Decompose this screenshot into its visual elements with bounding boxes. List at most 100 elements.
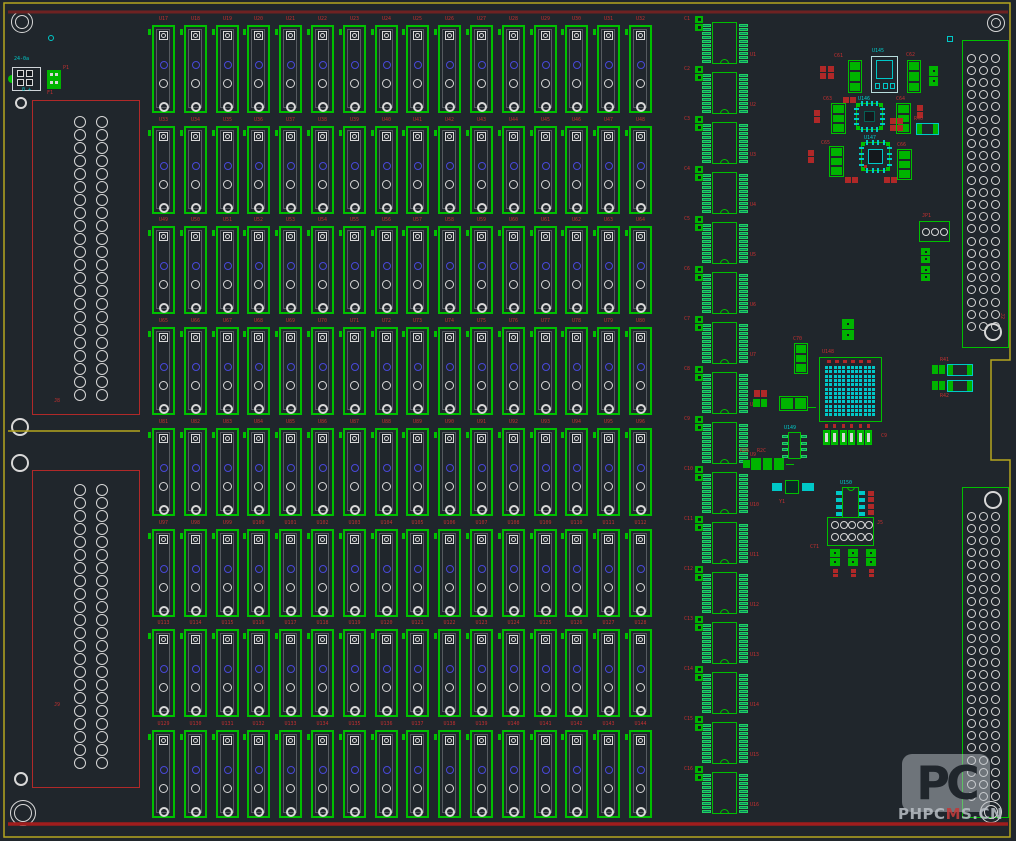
relay-designator: U100 <box>243 521 274 526</box>
relay-pin1-notch <box>243 130 246 136</box>
component-pad <box>967 381 972 391</box>
dip8-body <box>842 487 859 518</box>
connector-pad <box>991 585 1000 594</box>
relay-pin1-hole <box>320 637 325 642</box>
connector-pad <box>74 324 86 336</box>
relay-mid-pad <box>318 79 327 88</box>
bga-ball <box>872 405 875 408</box>
component-pad <box>899 151 910 159</box>
bga-ball <box>847 400 850 403</box>
connector-pad <box>979 176 988 185</box>
relay-mid-pad <box>541 381 550 390</box>
dip8-pad <box>859 512 865 516</box>
connector-pad <box>74 142 86 154</box>
relay-pin1-notch <box>148 432 151 438</box>
relay-coil-pad <box>160 162 168 170</box>
solder-pad-bottom <box>897 118 903 124</box>
capacitor-designator: C12 <box>684 567 693 572</box>
relay-pin1-hole <box>543 134 548 139</box>
bga-ball <box>829 366 832 369</box>
bga-ball <box>864 383 867 386</box>
bga-ball <box>851 413 854 416</box>
qfp-pad <box>871 101 873 106</box>
relay-mid-pad <box>254 683 263 692</box>
relay-designator: U117 <box>275 621 306 626</box>
dip8-pad <box>836 491 842 495</box>
qfp-pad <box>876 127 878 132</box>
component-pad <box>909 62 919 70</box>
connector-pad <box>991 731 1000 740</box>
connector-pad <box>979 512 988 521</box>
relay-pin1-hole <box>606 637 611 642</box>
relay-pin1-notch <box>212 533 215 539</box>
relay-coil-pad <box>478 162 486 170</box>
relay-mid-pad <box>286 583 295 592</box>
dip-pad <box>702 206 711 209</box>
relay-mid-pad <box>541 683 550 692</box>
dip-pad <box>702 294 711 297</box>
dip-pad <box>702 594 711 597</box>
dip-pad <box>739 644 748 647</box>
header-pin <box>857 521 865 529</box>
bga-ball <box>838 383 841 386</box>
relay-coil-pad <box>542 363 550 371</box>
connector-pad <box>96 549 108 561</box>
relay-pin1-notch <box>593 331 596 337</box>
soic8-pad <box>801 442 807 445</box>
relay-bottom-pad <box>572 102 582 112</box>
dip-pad <box>739 752 748 755</box>
relay-pin1-notch <box>275 230 278 236</box>
dip-pad <box>739 228 748 231</box>
dip-pad <box>739 682 748 685</box>
dip-pad <box>702 694 711 697</box>
dip-pad <box>702 740 711 743</box>
dip-pad <box>702 794 711 797</box>
dip-pad <box>739 560 748 563</box>
relay-designator: U22 <box>307 17 338 22</box>
bga-ball <box>838 400 841 403</box>
bga-ball <box>851 400 854 403</box>
connector-pad <box>96 484 108 496</box>
bga-ball <box>855 366 858 369</box>
jumper-pin <box>940 228 948 236</box>
relay-pin1-hole <box>288 234 293 239</box>
relay-designator: U109 <box>530 521 561 526</box>
relay-bottom-pad <box>382 606 392 616</box>
relay-bottom-pad <box>286 203 296 213</box>
bga-ball <box>834 396 837 399</box>
bga-ball <box>842 409 845 412</box>
relay-bottom-pad <box>541 706 551 716</box>
connector-pad <box>96 679 108 691</box>
relay-coil-pad <box>605 565 613 573</box>
connector-pad <box>74 484 86 496</box>
relay-designator: U20 <box>243 17 274 22</box>
relay-pin1-hole <box>574 537 579 542</box>
dip-ic-body <box>712 272 737 314</box>
relay-pin1-notch <box>243 331 246 337</box>
relay-pin1-hole <box>352 335 357 340</box>
relay-bottom-pad <box>223 303 233 313</box>
connector-pad <box>979 707 988 716</box>
relay-pin1-notch <box>466 130 469 136</box>
dip-pad <box>702 494 711 497</box>
dip-pad <box>702 760 711 763</box>
dip-pad <box>702 82 711 85</box>
dip-pad <box>739 528 748 531</box>
connector-pad <box>96 497 108 509</box>
relay-pin1-notch <box>561 734 564 740</box>
relay-coil-pad <box>637 766 645 774</box>
relay-designator: U46 <box>561 118 592 123</box>
dip-pad <box>702 478 711 481</box>
dip-pad <box>702 456 711 459</box>
relay-pin1-notch <box>593 130 596 136</box>
dip-pad <box>739 132 748 135</box>
relay-pin1-notch <box>212 633 215 639</box>
connector-pad <box>74 692 86 704</box>
dip-ic-notch <box>720 459 729 464</box>
relay-coil-pad <box>319 162 327 170</box>
solder-pad-bottom <box>808 157 814 163</box>
relay-pin1-hole <box>193 436 198 441</box>
relay-pin1-hole <box>352 738 357 743</box>
solder-pad-bottom <box>814 117 820 123</box>
dip-pad <box>739 206 748 209</box>
